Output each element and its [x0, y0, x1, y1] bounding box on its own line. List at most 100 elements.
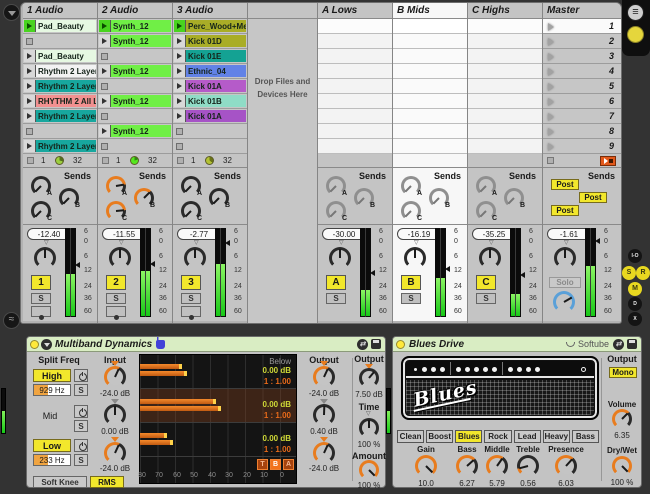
browser-toggle-icon[interactable]: [3, 4, 20, 21]
treble-knob[interactable]: [517, 455, 539, 477]
fader-position-icon[interactable]: [595, 238, 600, 244]
clip-slot-stop[interactable]: [98, 139, 172, 154]
fader-position-icon[interactable]: [520, 272, 525, 278]
gain-knob[interactable]: [415, 455, 437, 477]
clip-slot[interactable]: Rhythm 2 Layer: [23, 139, 97, 154]
track-activator-button[interactable]: 1: [31, 275, 51, 290]
status-indicator-icon[interactable]: [627, 26, 644, 43]
high-input-knob[interactable]: [104, 366, 126, 388]
clip-stop-icon[interactable]: [26, 128, 33, 135]
clip-slot[interactable]: Synth_12: [98, 19, 172, 34]
scene-slot[interactable]: 8: [543, 124, 621, 139]
device-on-icon[interactable]: [396, 339, 405, 349]
bass-knob[interactable]: [456, 455, 478, 477]
mid-input-knob[interactable]: [104, 404, 126, 426]
volume-knob[interactable]: [612, 409, 632, 429]
clip-launch-icon[interactable]: [24, 50, 36, 62]
scene-launch-icon[interactable]: [548, 38, 554, 46]
global-output-knob[interactable]: [359, 368, 379, 388]
clip-launch-icon[interactable]: [24, 20, 36, 32]
low-band-button[interactable]: Low: [33, 439, 71, 452]
high-band-button[interactable]: High: [33, 369, 71, 382]
scene-launch-icon[interactable]: [548, 68, 554, 76]
clip-launch-icon[interactable]: [174, 95, 186, 107]
clip-slot[interactable]: Pad_Beauty: [23, 49, 97, 64]
clip-slot[interactable]: Kick 01A: [173, 79, 247, 94]
send-a-pre-post-button[interactable]: Post: [551, 179, 579, 190]
send-c-pre-post-button[interactable]: Post: [551, 205, 579, 216]
clip-stop-icon[interactable]: [101, 83, 108, 90]
scene-slot[interactable]: 4: [543, 64, 621, 79]
menu-icon[interactable]: ≡: [627, 4, 644, 21]
clip-slot[interactable]: Kick 01B: [173, 94, 247, 109]
track-activator-button[interactable]: A: [326, 275, 346, 290]
arm-button[interactable]: [31, 306, 51, 320]
multiband-display[interactable]: Below 0.00 dB 1 : 1.00 0.00 dB 1 : 1.00 …: [138, 354, 297, 484]
pan-knob[interactable]: [554, 247, 576, 269]
fader-position-icon[interactable]: [75, 262, 80, 268]
toggle-returns[interactable]: R: [636, 266, 650, 280]
clip-launch-icon[interactable]: [24, 110, 36, 122]
clip-launch-icon[interactable]: [174, 80, 186, 92]
groove-pool-toggle-icon[interactable]: ≈: [3, 312, 20, 329]
clip-slot[interactable]: Rhythm 2 Layer: [23, 109, 97, 124]
track-header[interactable]: A Lows: [318, 3, 392, 19]
stop-icon[interactable]: [177, 157, 184, 164]
clip-slot[interactable]: Rhythm 2 Layer: [23, 79, 97, 94]
scene-launch-icon[interactable]: [548, 113, 554, 121]
stop-icon[interactable]: [102, 157, 109, 164]
track-activator-button[interactable]: B: [401, 275, 421, 290]
clip-launch-icon[interactable]: [99, 35, 111, 47]
clip-slot-stop[interactable]: [23, 124, 97, 139]
stop-all-clips-button[interactable]: [600, 156, 616, 166]
presence-knob[interactable]: [555, 455, 577, 477]
clip-launch-icon[interactable]: [174, 110, 186, 122]
pan-knob[interactable]: [184, 247, 206, 269]
mid-band-solo-button[interactable]: S: [74, 420, 88, 432]
clip-slot-stop[interactable]: [98, 79, 172, 94]
toggle-mixer[interactable]: M: [628, 282, 642, 296]
clip-slot[interactable]: Kick 01E: [173, 49, 247, 64]
stop-icon[interactable]: [547, 157, 554, 164]
soft-knee-button[interactable]: Soft Knee: [33, 476, 87, 488]
high-output-knob[interactable]: [313, 366, 335, 388]
clip-launch-icon[interactable]: [99, 95, 111, 107]
device-title-bar[interactable]: Multiband Dynamics: [27, 336, 385, 352]
track-header[interactable]: 1 Audio: [23, 3, 97, 19]
toggle-sends[interactable]: S: [622, 266, 636, 280]
clip-stop-icon[interactable]: [176, 128, 183, 135]
clip-launch-icon[interactable]: [99, 20, 111, 32]
solo-button[interactable]: S: [401, 293, 421, 304]
solo-button[interactable]: S: [31, 293, 51, 304]
solo-button[interactable]: S: [476, 293, 496, 304]
mode-blues-button[interactable]: Blues: [455, 430, 483, 443]
arm-button[interactable]: [106, 306, 126, 320]
toggle-track-delay[interactable]: D: [628, 297, 642, 311]
mode-lead-button[interactable]: Lead: [513, 430, 541, 443]
clip-launch-icon[interactable]: [24, 65, 36, 77]
arm-button[interactable]: [181, 306, 201, 320]
pan-knob[interactable]: [329, 247, 351, 269]
clip-launch-icon[interactable]: [174, 65, 186, 77]
pan-knob[interactable]: [109, 247, 131, 269]
clip-launch-icon[interactable]: [24, 95, 36, 107]
clip-slot-stop[interactable]: [98, 49, 172, 64]
high-band-power-icon[interactable]: [74, 369, 88, 382]
scene-slot[interactable]: 9: [543, 139, 621, 154]
clip-slot-stop[interactable]: [23, 34, 97, 49]
fader-position-icon[interactable]: [225, 240, 230, 246]
solo-button[interactable]: S: [326, 293, 346, 304]
track-activator-button[interactable]: 3: [181, 275, 201, 290]
clip-stop-icon[interactable]: [101, 113, 108, 120]
scene-launch-icon[interactable]: [548, 23, 554, 31]
scene-launch-icon[interactable]: [548, 128, 554, 136]
device-fold-icon[interactable]: [41, 338, 52, 350]
above-display-button[interactable]: A: [283, 459, 294, 470]
scene-slot[interactable]: 2: [543, 34, 621, 49]
clip-slot[interactable]: Kick 01D: [173, 34, 247, 49]
device-on-icon[interactable]: [30, 339, 39, 349]
fader-position-icon[interactable]: [370, 270, 375, 276]
high-band-solo-button[interactable]: S: [74, 384, 88, 396]
track-header[interactable]: 2 Audio: [98, 3, 172, 19]
clip-slot-stop[interactable]: [98, 109, 172, 124]
